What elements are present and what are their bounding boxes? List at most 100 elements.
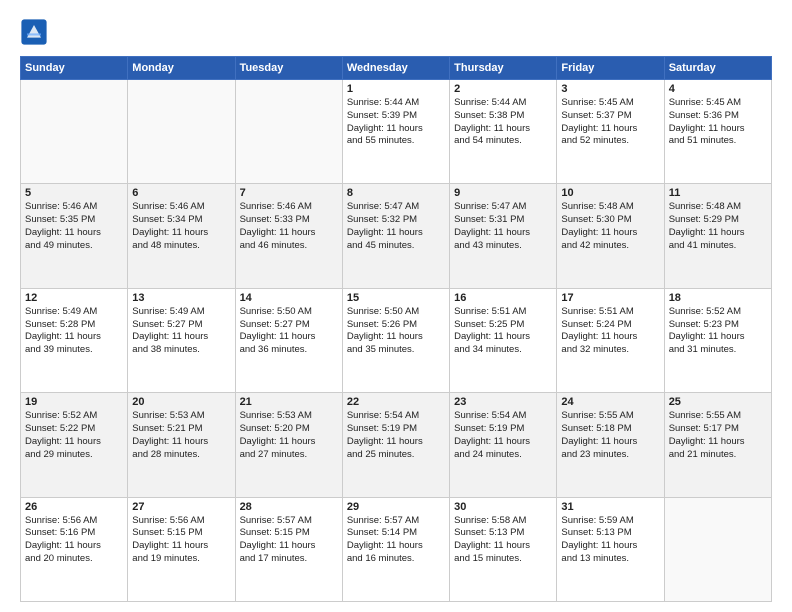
header	[20, 18, 772, 46]
day-number: 26	[25, 501, 123, 513]
daylight-minutes: and 15 minutes.	[454, 553, 552, 566]
sunrise-text: Sunrise: 5:52 AM	[25, 410, 123, 423]
daylight-hours: Daylight: 11 hours	[240, 540, 338, 553]
sunset-text: Sunset: 5:13 PM	[454, 527, 552, 540]
day-number: 7	[240, 187, 338, 199]
calendar-cell: 12Sunrise: 5:49 AMSunset: 5:28 PMDayligh…	[21, 288, 128, 392]
sunset-text: Sunset: 5:17 PM	[669, 423, 767, 436]
calendar-cell: 20Sunrise: 5:53 AMSunset: 5:21 PMDayligh…	[128, 393, 235, 497]
daylight-hours: Daylight: 11 hours	[454, 540, 552, 553]
sunset-text: Sunset: 5:15 PM	[132, 527, 230, 540]
daylight-hours: Daylight: 11 hours	[669, 123, 767, 136]
sunset-text: Sunset: 5:15 PM	[240, 527, 338, 540]
sunrise-text: Sunrise: 5:55 AM	[669, 410, 767, 423]
sunrise-text: Sunrise: 5:54 AM	[454, 410, 552, 423]
day-number: 16	[454, 292, 552, 304]
daylight-hours: Daylight: 11 hours	[132, 227, 230, 240]
sunrise-text: Sunrise: 5:53 AM	[240, 410, 338, 423]
sunrise-text: Sunrise: 5:47 AM	[454, 201, 552, 214]
weekday-header: Thursday	[450, 57, 557, 80]
daylight-minutes: and 28 minutes.	[132, 449, 230, 462]
calendar-row: 19Sunrise: 5:52 AMSunset: 5:22 PMDayligh…	[21, 393, 772, 497]
calendar-cell: 17Sunrise: 5:51 AMSunset: 5:24 PMDayligh…	[557, 288, 664, 392]
calendar-cell: 2Sunrise: 5:44 AMSunset: 5:38 PMDaylight…	[450, 80, 557, 184]
daylight-minutes: and 43 minutes.	[454, 240, 552, 253]
sunset-text: Sunset: 5:19 PM	[347, 423, 445, 436]
daylight-minutes: and 36 minutes.	[240, 344, 338, 357]
calendar-cell: 18Sunrise: 5:52 AMSunset: 5:23 PMDayligh…	[664, 288, 771, 392]
sunrise-text: Sunrise: 5:50 AM	[240, 306, 338, 319]
day-number: 20	[132, 396, 230, 408]
daylight-minutes: and 27 minutes.	[240, 449, 338, 462]
day-number: 10	[561, 187, 659, 199]
daylight-hours: Daylight: 11 hours	[132, 436, 230, 449]
calendar-cell: 5Sunrise: 5:46 AMSunset: 5:35 PMDaylight…	[21, 184, 128, 288]
calendar-cell: 19Sunrise: 5:52 AMSunset: 5:22 PMDayligh…	[21, 393, 128, 497]
daylight-minutes: and 20 minutes.	[25, 553, 123, 566]
calendar-cell	[235, 80, 342, 184]
sunset-text: Sunset: 5:18 PM	[561, 423, 659, 436]
daylight-hours: Daylight: 11 hours	[347, 436, 445, 449]
daylight-hours: Daylight: 11 hours	[347, 123, 445, 136]
daylight-minutes: and 34 minutes.	[454, 344, 552, 357]
calendar-row: 26Sunrise: 5:56 AMSunset: 5:16 PMDayligh…	[21, 497, 772, 601]
calendar-cell: 4Sunrise: 5:45 AMSunset: 5:36 PMDaylight…	[664, 80, 771, 184]
day-number: 31	[561, 501, 659, 513]
sunrise-text: Sunrise: 5:46 AM	[132, 201, 230, 214]
weekday-header: Sunday	[21, 57, 128, 80]
calendar-cell: 1Sunrise: 5:44 AMSunset: 5:39 PMDaylight…	[342, 80, 449, 184]
calendar-cell: 21Sunrise: 5:53 AMSunset: 5:20 PMDayligh…	[235, 393, 342, 497]
logo	[20, 18, 52, 46]
calendar-cell	[128, 80, 235, 184]
calendar-cell: 8Sunrise: 5:47 AMSunset: 5:32 PMDaylight…	[342, 184, 449, 288]
calendar-cell: 29Sunrise: 5:57 AMSunset: 5:14 PMDayligh…	[342, 497, 449, 601]
day-number: 15	[347, 292, 445, 304]
daylight-minutes: and 45 minutes.	[347, 240, 445, 253]
sunset-text: Sunset: 5:23 PM	[669, 319, 767, 332]
sunrise-text: Sunrise: 5:45 AM	[669, 97, 767, 110]
day-number: 6	[132, 187, 230, 199]
sunset-text: Sunset: 5:38 PM	[454, 110, 552, 123]
daylight-hours: Daylight: 11 hours	[454, 227, 552, 240]
daylight-minutes: and 46 minutes.	[240, 240, 338, 253]
sunset-text: Sunset: 5:19 PM	[454, 423, 552, 436]
sunset-text: Sunset: 5:14 PM	[347, 527, 445, 540]
daylight-hours: Daylight: 11 hours	[347, 227, 445, 240]
calendar-cell: 28Sunrise: 5:57 AMSunset: 5:15 PMDayligh…	[235, 497, 342, 601]
day-number: 24	[561, 396, 659, 408]
daylight-hours: Daylight: 11 hours	[25, 436, 123, 449]
daylight-hours: Daylight: 11 hours	[25, 540, 123, 553]
daylight-hours: Daylight: 11 hours	[25, 227, 123, 240]
sunset-text: Sunset: 5:35 PM	[25, 214, 123, 227]
daylight-minutes: and 48 minutes.	[132, 240, 230, 253]
day-number: 8	[347, 187, 445, 199]
sunrise-text: Sunrise: 5:45 AM	[561, 97, 659, 110]
calendar-cell: 16Sunrise: 5:51 AMSunset: 5:25 PMDayligh…	[450, 288, 557, 392]
daylight-hours: Daylight: 11 hours	[561, 331, 659, 344]
calendar-row: 5Sunrise: 5:46 AMSunset: 5:35 PMDaylight…	[21, 184, 772, 288]
weekday-header: Saturday	[664, 57, 771, 80]
daylight-hours: Daylight: 11 hours	[240, 227, 338, 240]
daylight-minutes: and 23 minutes.	[561, 449, 659, 462]
sunrise-text: Sunrise: 5:48 AM	[669, 201, 767, 214]
day-number: 9	[454, 187, 552, 199]
sunset-text: Sunset: 5:25 PM	[454, 319, 552, 332]
weekday-header-row: SundayMondayTuesdayWednesdayThursdayFrid…	[21, 57, 772, 80]
sunrise-text: Sunrise: 5:59 AM	[561, 515, 659, 528]
calendar-cell: 7Sunrise: 5:46 AMSunset: 5:33 PMDaylight…	[235, 184, 342, 288]
sunset-text: Sunset: 5:32 PM	[347, 214, 445, 227]
daylight-hours: Daylight: 11 hours	[669, 331, 767, 344]
daylight-hours: Daylight: 11 hours	[561, 540, 659, 553]
daylight-minutes: and 52 minutes.	[561, 135, 659, 148]
calendar-cell: 6Sunrise: 5:46 AMSunset: 5:34 PMDaylight…	[128, 184, 235, 288]
page: SundayMondayTuesdayWednesdayThursdayFrid…	[0, 0, 792, 612]
daylight-minutes: and 16 minutes.	[347, 553, 445, 566]
sunrise-text: Sunrise: 5:44 AM	[454, 97, 552, 110]
sunrise-text: Sunrise: 5:49 AM	[132, 306, 230, 319]
day-number: 5	[25, 187, 123, 199]
calendar-cell: 30Sunrise: 5:58 AMSunset: 5:13 PMDayligh…	[450, 497, 557, 601]
sunrise-text: Sunrise: 5:51 AM	[561, 306, 659, 319]
sunrise-text: Sunrise: 5:49 AM	[25, 306, 123, 319]
daylight-hours: Daylight: 11 hours	[347, 331, 445, 344]
sunset-text: Sunset: 5:37 PM	[561, 110, 659, 123]
